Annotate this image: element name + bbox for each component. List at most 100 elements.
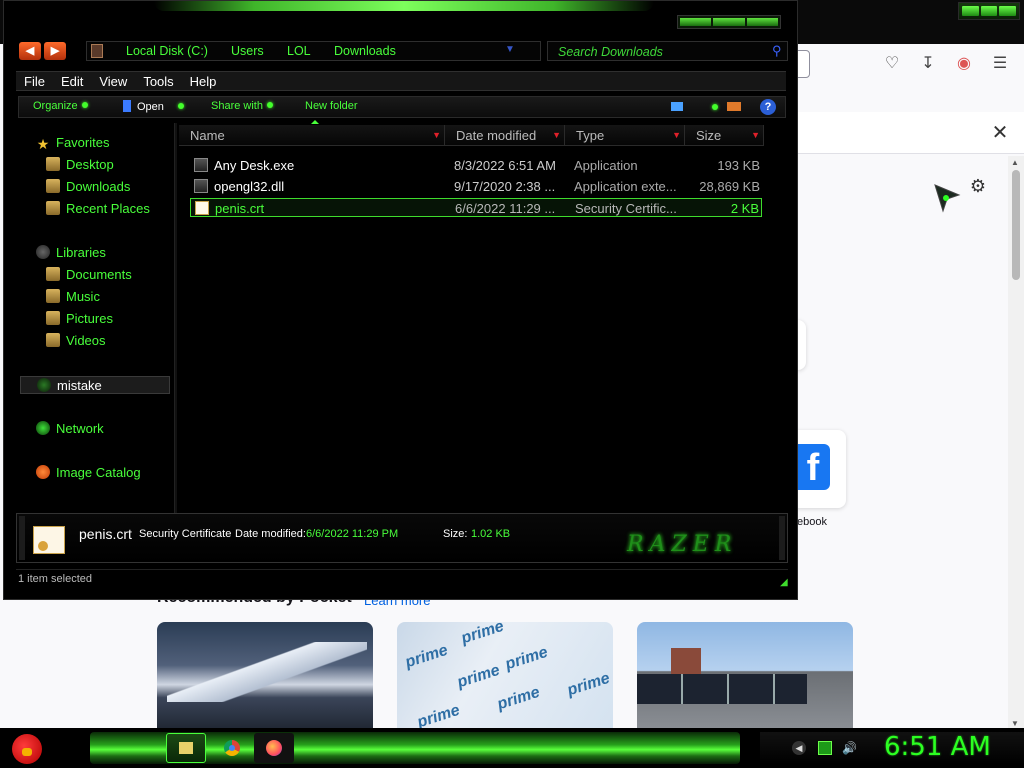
tray-volume-icon[interactable]: 🔊 bbox=[842, 741, 857, 755]
nav-mistake[interactable]: mistake bbox=[20, 376, 170, 394]
facebook-tile-label: ebook bbox=[797, 516, 827, 528]
pocket-card-2[interactable]: prime prime prime prime prime prime prim… bbox=[397, 622, 613, 730]
column-type[interactable]: Type ▼ bbox=[565, 125, 685, 146]
documents-icon bbox=[46, 267, 60, 281]
search-input[interactable] bbox=[558, 44, 763, 59]
taskbar-clock[interactable]: 6:51 AM bbox=[884, 732, 991, 762]
pictures-icon bbox=[46, 311, 60, 325]
search-icon[interactable]: ⚲ bbox=[772, 43, 782, 59]
downloads-icon bbox=[46, 179, 60, 193]
share-with-button[interactable]: Share with bbox=[211, 100, 273, 112]
download-icon[interactable]: ↧ bbox=[918, 54, 938, 74]
column-size[interactable]: Size ▼ bbox=[685, 125, 764, 146]
window-caption-buttons[interactable] bbox=[677, 15, 781, 29]
column-name[interactable]: Name ▼ bbox=[179, 125, 445, 146]
taskbar-explorer-icon[interactable] bbox=[166, 733, 206, 763]
file-row-selected[interactable]: penis.crt 6/6/2022 11:29 ... Security Ce… bbox=[190, 198, 762, 217]
close-icon[interactable]: ✕ bbox=[988, 120, 1012, 145]
start-button[interactable] bbox=[6, 730, 46, 768]
column-filter-icon[interactable]: ▼ bbox=[432, 125, 441, 146]
menu-icon[interactable]: ☰ bbox=[990, 54, 1010, 74]
razer-logo: RAZER bbox=[627, 532, 738, 557]
menu-view[interactable]: View bbox=[91, 74, 135, 89]
address-dropdown-icon[interactable]: ▼ bbox=[505, 44, 515, 55]
tray-display-icon[interactable] bbox=[818, 741, 832, 755]
details-file-type: Security Certificate bbox=[139, 528, 232, 540]
details-date-label: Date modified: bbox=[235, 528, 306, 540]
browser-window-controls[interactable] bbox=[958, 2, 1020, 20]
navigation-pane: ★ Favorites Desktop Downloads Recent Plac… bbox=[16, 123, 174, 515]
nav-recent-places[interactable]: Recent Places bbox=[46, 201, 150, 216]
facebook-icon: f bbox=[796, 444, 830, 490]
details-pane: penis.crt Security Certificate Date modi… bbox=[16, 513, 788, 563]
pocket-card-1[interactable] bbox=[157, 622, 373, 730]
pocket-card-3[interactable] bbox=[637, 622, 853, 730]
account-icon[interactable]: ◉ bbox=[954, 54, 974, 74]
address-bar[interactable]: Local Disk (C:) Users LOL Downloads ▼ ↻ bbox=[86, 41, 614, 61]
breadcrumb-downloads[interactable]: Downloads bbox=[334, 44, 396, 58]
file-row[interactable]: opengl32.dll 9/17/2020 2:38 ... Applicat… bbox=[190, 177, 762, 196]
page-scrollbar[interactable]: ▲ ▼ bbox=[1008, 156, 1024, 730]
status-bar: 1 item selected bbox=[16, 569, 788, 587]
breadcrumb-local-disk[interactable]: Local Disk (C:) bbox=[126, 44, 208, 58]
help-icon[interactable]: ? bbox=[760, 99, 776, 115]
nav-desktop[interactable]: Desktop bbox=[46, 157, 114, 172]
taskbar-firefox-icon[interactable] bbox=[254, 733, 294, 763]
nav-favorites[interactable]: ★ Favorites bbox=[36, 135, 110, 152]
menu-help[interactable]: Help bbox=[182, 74, 225, 89]
open-button[interactable]: Open bbox=[123, 100, 184, 113]
star-icon: ★ bbox=[36, 136, 50, 152]
image-catalog-icon bbox=[36, 465, 50, 479]
menu-tools[interactable]: Tools bbox=[135, 74, 181, 89]
breadcrumb-lol[interactable]: LOL bbox=[287, 44, 311, 58]
menu-edit[interactable]: Edit bbox=[53, 74, 91, 89]
nav-libraries[interactable]: Libraries bbox=[36, 245, 106, 260]
column-filter-icon[interactable]: ▼ bbox=[672, 125, 681, 146]
certificate-icon bbox=[33, 526, 65, 554]
taskbar: ◀ 🔊 6:51 AM bbox=[0, 728, 1024, 768]
organize-button[interactable]: Organize bbox=[33, 100, 88, 112]
window-glow bbox=[154, 1, 654, 11]
libraries-icon bbox=[36, 245, 50, 259]
view-options-dot-icon[interactable] bbox=[712, 104, 718, 110]
command-bar: Organize Open Share with New folder ? bbox=[18, 96, 786, 118]
nav-downloads[interactable]: Downloads bbox=[46, 179, 130, 194]
file-row[interactable]: Any Desk.exe 8/3/2022 6:51 AM Applicatio… bbox=[190, 156, 762, 175]
pocket-icon[interactable]: ♡ bbox=[882, 54, 902, 74]
details-size-label: Size: bbox=[443, 528, 468, 540]
new-folder-button[interactable]: New folder bbox=[305, 100, 358, 112]
mouse-cursor-icon bbox=[934, 184, 961, 213]
change-view-icon[interactable] bbox=[671, 102, 683, 111]
facebook-tile[interactable]: f bbox=[796, 430, 846, 508]
explorer-window: ◀ ▶ Local Disk (C:) Users LOL Downloads … bbox=[3, 0, 798, 600]
nav-videos[interactable]: Videos bbox=[46, 333, 106, 348]
search-box[interactable]: ⚲ bbox=[547, 41, 788, 61]
music-icon bbox=[46, 289, 60, 303]
breadcrumb-users[interactable]: Users bbox=[231, 44, 264, 58]
nav-music[interactable]: Music bbox=[46, 289, 100, 304]
nav-image-catalog[interactable]: Image Catalog bbox=[36, 465, 141, 480]
network-icon bbox=[36, 421, 50, 435]
forward-button[interactable]: ▶ bbox=[44, 42, 66, 60]
dropdown-dot-icon bbox=[81, 102, 88, 108]
dll-file-icon bbox=[194, 179, 208, 193]
preview-pane-icon[interactable] bbox=[727, 102, 741, 111]
gear-icon[interactable]: ⚙ bbox=[967, 176, 989, 197]
open-icon bbox=[123, 100, 131, 112]
taskbar-chrome-icon[interactable] bbox=[212, 733, 252, 763]
tray-expand-icon[interactable]: ◀ bbox=[792, 741, 806, 755]
nav-pictures[interactable]: Pictures bbox=[46, 311, 113, 326]
dropdown-dot-icon bbox=[177, 103, 184, 109]
column-filter-icon[interactable]: ▼ bbox=[751, 125, 760, 146]
sort-indicator-icon bbox=[311, 120, 319, 124]
nav-documents[interactable]: Documents bbox=[46, 267, 132, 282]
recent-places-icon bbox=[46, 201, 60, 215]
column-date-modified[interactable]: Date modified ▼ bbox=[445, 125, 565, 146]
column-filter-icon[interactable]: ▼ bbox=[552, 125, 561, 146]
details-date-value: 6/6/2022 11:29 PM bbox=[306, 528, 399, 540]
resize-grip-icon[interactable]: ◢ bbox=[780, 577, 788, 588]
nav-network[interactable]: Network bbox=[36, 421, 104, 436]
menu-file[interactable]: File bbox=[16, 74, 53, 89]
pane-splitter[interactable] bbox=[174, 123, 177, 515]
back-button[interactable]: ◀ bbox=[19, 42, 41, 60]
